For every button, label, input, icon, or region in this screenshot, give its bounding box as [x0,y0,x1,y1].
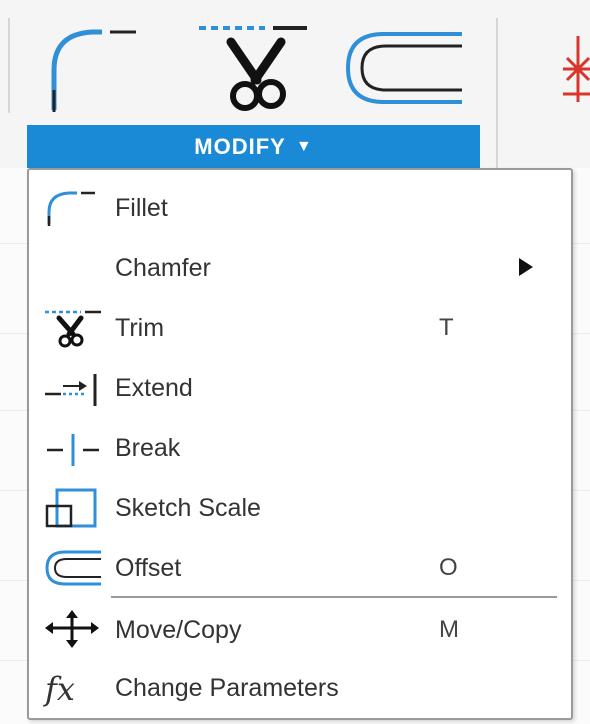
menu-item-extend[interactable]: Extend [29,360,571,416]
menu-item-label: Sketch Scale [115,494,261,522]
trim-icon[interactable] [195,20,310,115]
extend-icon [43,368,101,408]
menu-item-label: Break [115,434,181,462]
menu-item-label: Trim [115,314,165,342]
menu-item-label: Offset [115,554,182,582]
menu-item-change-parameters[interactable]: fx Change Parameters [29,660,571,716]
menu-item-shortcut: T [439,314,454,341]
menu-item-chamfer[interactable]: Chamfer [29,240,571,296]
fillet-icon [43,188,101,228]
menu-item-label: Chamfer [115,254,211,282]
sketch-scale-icon [43,488,101,528]
modify-menu: Fillet Chamfer Trim T Extend Break Sketc… [27,168,573,720]
sketch-dimension-icon[interactable] [555,28,590,108]
modify-label: MODIFY [194,133,286,159]
menu-item-move-copy[interactable]: Move/Copy M [29,602,571,658]
submenu-arrow-icon [517,256,535,278]
menu-item-fillet[interactable]: Fillet [29,180,571,236]
menu-item-label: Change Parameters [115,674,339,702]
modify-toolbar: MODIFY ▼ [0,0,590,168]
offset-icon [43,548,101,588]
menu-item-shortcut: M [439,616,459,643]
fillet-icon[interactable] [44,20,144,115]
chevron-down-icon: ▼ [295,137,313,155]
menu-item-label: Move/Copy [115,616,242,644]
modify-dropdown-button[interactable]: MODIFY ▼ [27,125,480,168]
menu-item-shortcut: O [439,554,458,581]
toolbar-divider [8,18,10,113]
menu-item-offset[interactable]: Offset O [29,540,571,596]
trim-icon [43,308,101,348]
menu-item-sketch-scale[interactable]: Sketch Scale [29,480,571,536]
menu-item-break[interactable]: Break [29,420,571,476]
toolbar-divider [496,18,498,168]
menu-item-trim[interactable]: Trim T [29,300,571,356]
menu-item-label: Fillet [115,194,168,222]
move-copy-icon [43,610,101,650]
fx-icon: fx [43,668,101,708]
svg-text:fx: fx [43,670,75,708]
menu-divider [111,596,557,598]
offset-icon[interactable] [340,28,465,108]
break-icon [43,428,101,468]
menu-item-label: Extend [115,374,193,402]
